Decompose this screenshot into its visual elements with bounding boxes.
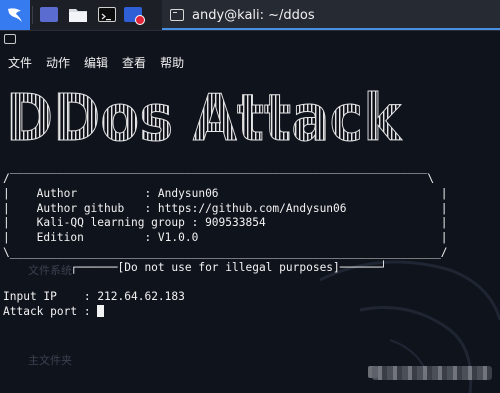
info-box-top: /‾‾‾‾‾‾‾‾‾‾‾‾‾‾‾‾‾‾‾‾‾‾‾‾‾‾‾‾‾‾‾‾‾‾‾‾‾‾‾… (3, 172, 435, 185)
ascii-banner: DDos Attack (6, 82, 406, 157)
warning-line: ┌──────[Do not use for illegal purposes]… (3, 260, 387, 274)
menu-edit[interactable]: 编辑 (84, 52, 108, 74)
browser-icon[interactable] (124, 7, 145, 25)
desktop-label-home: 主文件夹 (28, 354, 72, 367)
info-qq-group: | Kali-QQ learning group : 909533854 | (3, 216, 448, 230)
desktop-icon[interactable] (40, 7, 58, 22)
input-ip-label: Input IP (3, 290, 57, 304)
terminal-output: /‾‾‾‾‾‾‾‾‾‾‾‾‾‾‾‾‾‾‾‾‾‾‾‾‾‾‾‾‾‾‾‾‾‾‾‾‾‾‾… (3, 172, 448, 319)
terminal-window-icon (170, 9, 184, 21)
info-edition: | Edition : V1.0.0 | (3, 231, 448, 245)
info-author: | Author : Andysun06 | (3, 186, 448, 200)
menu-actions[interactable]: 动作 (46, 52, 70, 74)
terminal-icon[interactable] (98, 7, 116, 22)
info-github: | Author github : https://github.com/And… (3, 201, 448, 215)
top-panel: andy@kali: ~/ddos (0, 0, 500, 31)
terminal-cursor[interactable] (97, 305, 105, 318)
window-title: andy@kali: ~/ddos (192, 7, 315, 23)
terminal-menubar: 文件 动作 编辑 查看 帮助 (0, 52, 500, 74)
menu-help[interactable]: 帮助 (160, 52, 184, 74)
input-ip-value[interactable]: 212.64.62.183 (97, 290, 185, 303)
banner-title: DDos Attack (6, 86, 402, 148)
taskbar-window-terminal[interactable]: andy@kali: ~/ddos (162, 0, 500, 30)
attack-port-label: Attack port (3, 305, 78, 319)
kali-dragon-icon[interactable] (0, 0, 30, 30)
terminal-title-icon[interactable] (4, 34, 16, 44)
blurred-watermark (372, 366, 492, 380)
panel-separator (32, 6, 33, 24)
menu-view[interactable]: 查看 (122, 52, 146, 74)
active-window-indicator (162, 28, 500, 30)
folder-icon[interactable] (69, 7, 87, 22)
info-box-bottom: \_______________________________________… (3, 245, 448, 259)
menu-file[interactable]: 文件 (8, 52, 32, 74)
recording-dot-icon (135, 15, 145, 25)
